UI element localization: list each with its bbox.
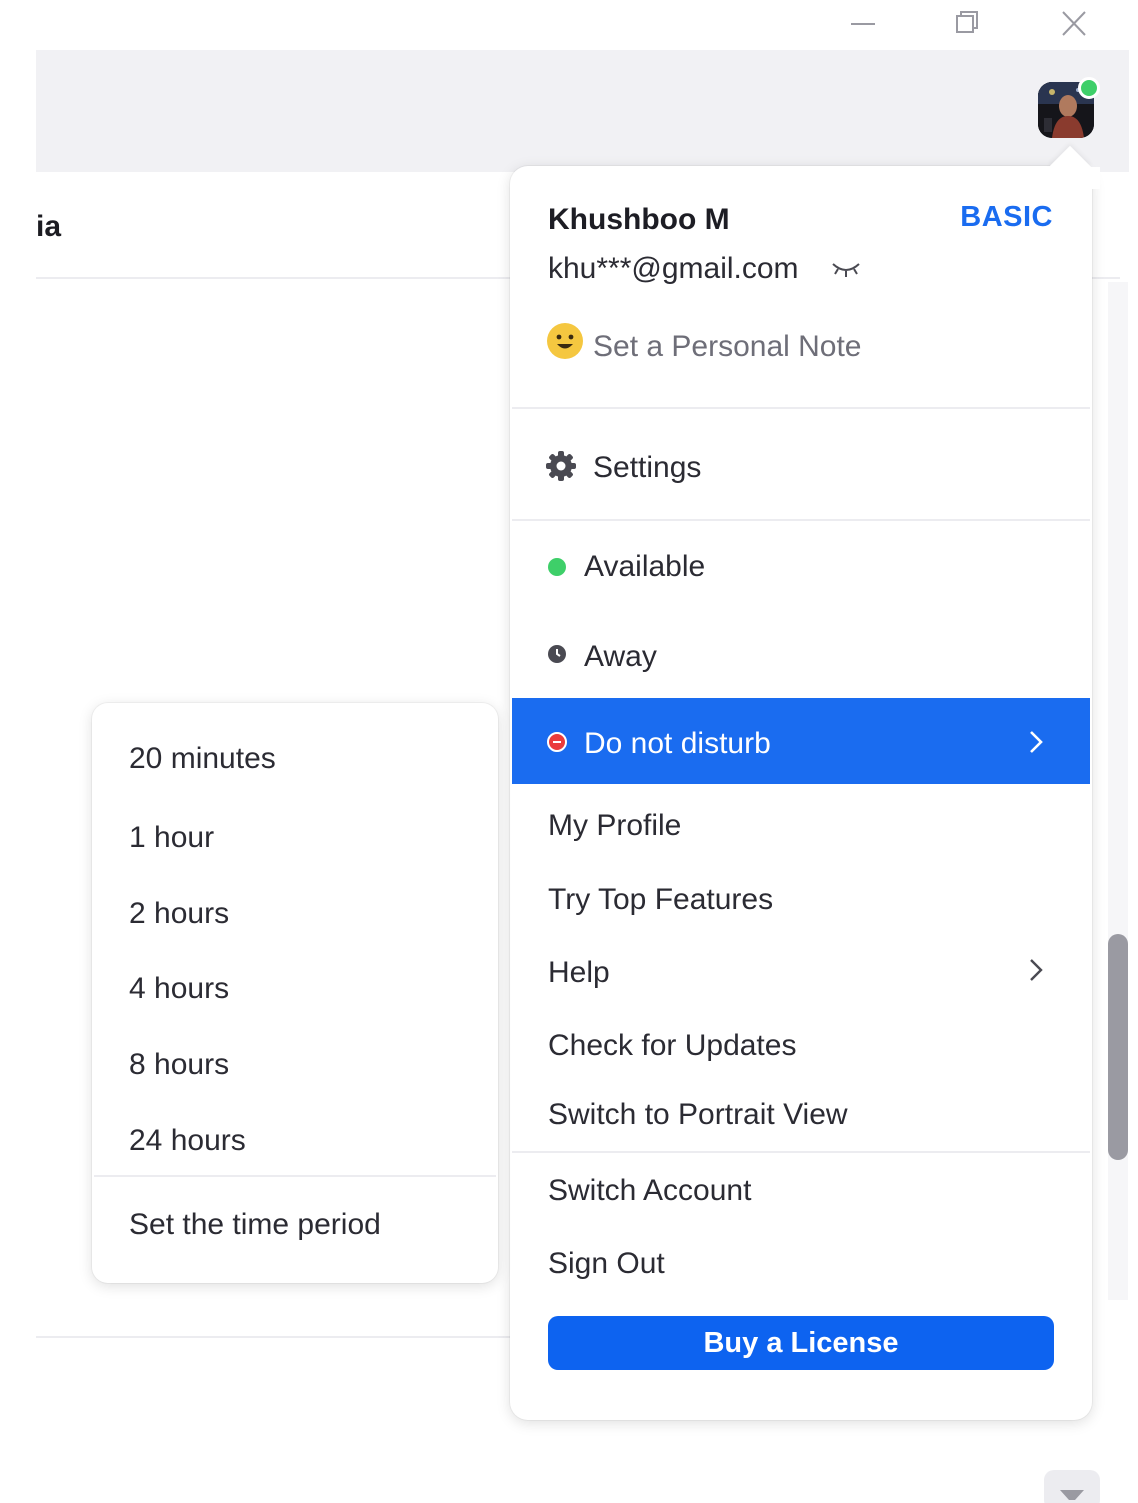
- page-title: ia: [36, 210, 62, 243]
- gear-icon: [545, 450, 577, 482]
- user-name: Khushboo M: [548, 203, 730, 236]
- buy-license-button[interactable]: Buy a License: [548, 1316, 1054, 1370]
- online-status-dot: [1078, 77, 1100, 99]
- menu-item-sign-out[interactable]: Sign Out: [548, 1247, 665, 1281]
- status-do-not-disturb-label: Do not disturb: [584, 727, 771, 760]
- restore-icon[interactable]: [947, 6, 987, 42]
- clock-icon: [548, 645, 566, 663]
- scrollbar-thumb[interactable]: [1108, 934, 1128, 1160]
- chevron-right-icon: [1025, 727, 1047, 757]
- dnd-option-24-hours[interactable]: 24 hours: [129, 1124, 246, 1158]
- do-not-disturb-icon: [547, 732, 567, 752]
- divider: [36, 1336, 512, 1338]
- dnd-option-8-hours[interactable]: 8 hours: [129, 1048, 229, 1082]
- chevron-right-icon: [1025, 955, 1047, 985]
- filter-icon[interactable]: [1044, 1470, 1100, 1503]
- plan-badge: BASIC: [960, 201, 1053, 233]
- menu-item-settings[interactable]: Settings: [593, 451, 701, 485]
- minimize-icon[interactable]: [843, 6, 883, 42]
- emoji-icon[interactable]: [546, 322, 584, 360]
- close-icon[interactable]: [1054, 6, 1094, 42]
- available-status-icon: [548, 558, 566, 576]
- divider: [512, 407, 1090, 409]
- dnd-option-4-hours[interactable]: 4 hours: [129, 972, 229, 1006]
- menu-item-my-profile[interactable]: My Profile: [548, 809, 681, 843]
- divider: [36, 277, 512, 279]
- hidden-eye-icon[interactable]: [829, 256, 863, 280]
- menu-item-check-for-updates[interactable]: Check for Updates: [548, 1029, 796, 1063]
- dnd-option-20-minutes[interactable]: 20 minutes: [129, 742, 276, 776]
- status-away[interactable]: Away: [584, 640, 657, 674]
- menu-item-try-top-features[interactable]: Try Top Features: [548, 883, 773, 917]
- dnd-option-set-time-period[interactable]: Set the time period: [129, 1208, 381, 1242]
- menu-item-switch-account[interactable]: Switch Account: [548, 1174, 751, 1208]
- divider: [94, 1175, 496, 1177]
- status-available[interactable]: Available: [584, 550, 705, 584]
- divider: [512, 1151, 1090, 1153]
- dnd-option-1-hour[interactable]: 1 hour: [129, 821, 214, 855]
- personal-note-link[interactable]: Set a Personal Note: [593, 330, 862, 364]
- menu-item-switch-to-portrait-view[interactable]: Switch to Portrait View: [548, 1098, 848, 1132]
- divider: [1090, 277, 1120, 279]
- divider: [512, 519, 1090, 521]
- app-header: [36, 50, 1129, 172]
- menu-item-help[interactable]: Help: [548, 956, 610, 990]
- user-email: khu***@gmail.com: [548, 252, 799, 285]
- dnd-option-2-hours[interactable]: 2 hours: [129, 897, 229, 931]
